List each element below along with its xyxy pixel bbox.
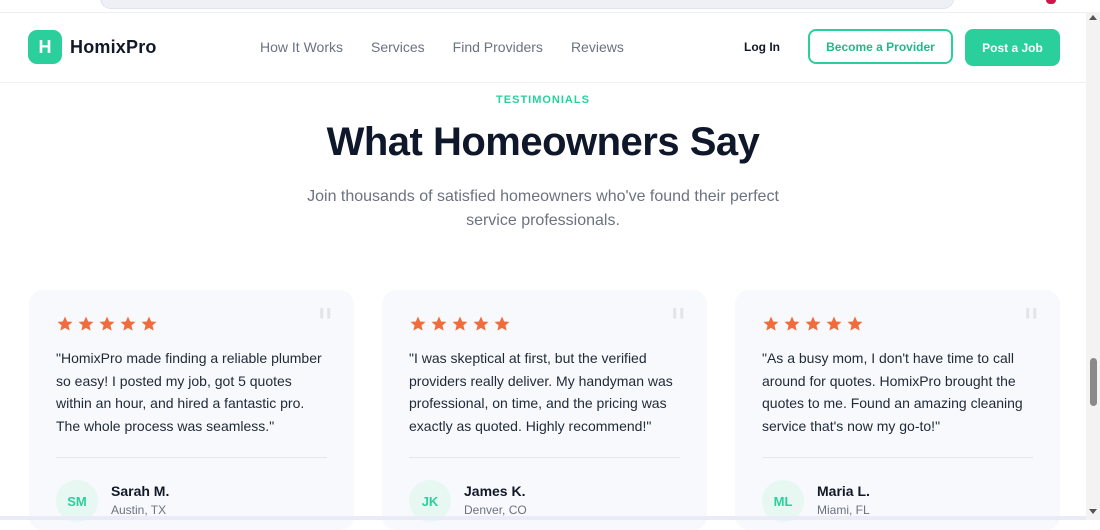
star-icon bbox=[784, 316, 800, 331]
scroll-down-arrow-icon[interactable] bbox=[1089, 509, 1097, 514]
post-job-button[interactable]: Post a Job bbox=[965, 29, 1060, 66]
section-title: What Homeowners Say bbox=[326, 120, 760, 164]
address-bar[interactable] bbox=[100, 0, 954, 9]
bottom-edge bbox=[0, 516, 1086, 520]
card-divider bbox=[762, 457, 1033, 458]
nav-links: How It Works Services Find Providers Rev… bbox=[260, 39, 652, 55]
quote-icon: " bbox=[316, 301, 334, 345]
logo-text: HomixPro bbox=[70, 36, 157, 57]
author-location: Austin, TX bbox=[111, 503, 167, 517]
star-icon bbox=[99, 316, 115, 331]
scrollbar[interactable] bbox=[1086, 12, 1100, 520]
star-icon bbox=[473, 316, 489, 331]
browser-strip bbox=[0, 0, 1086, 13]
star-icon bbox=[120, 316, 136, 331]
star-icon bbox=[805, 316, 821, 331]
author-location: Miami, FL bbox=[817, 503, 870, 517]
star-rating bbox=[409, 315, 514, 333]
browser-indicator bbox=[1046, 0, 1056, 4]
star-rating bbox=[56, 315, 161, 333]
nav-link-reviews[interactable]: Reviews bbox=[571, 39, 624, 55]
testimonial-card: " "HomixPro made finding a reliable plum… bbox=[29, 290, 354, 530]
card-divider bbox=[409, 457, 680, 458]
nav-link-how-it-works[interactable]: How It Works bbox=[260, 39, 343, 55]
nav-link-find-providers[interactable]: Find Providers bbox=[453, 39, 543, 55]
author-name: James K. bbox=[464, 483, 526, 499]
card-divider bbox=[56, 457, 327, 458]
author-name: Sarah M. bbox=[111, 483, 170, 499]
login-link[interactable]: Log In bbox=[744, 40, 780, 54]
author-location: Denver, CO bbox=[464, 503, 527, 517]
testimonial-card: " "I was skeptical at first, but the ver… bbox=[382, 290, 707, 530]
top-nav: H HomixPro How It Works Services Find Pr… bbox=[0, 13, 1086, 83]
star-icon bbox=[826, 316, 842, 331]
star-icon bbox=[452, 316, 468, 331]
star-icon bbox=[410, 316, 426, 331]
star-rating bbox=[762, 315, 867, 333]
testimonial-text: "I was skeptical at first, but the verif… bbox=[409, 350, 673, 434]
nav-link-services[interactable]: Services bbox=[371, 39, 425, 55]
star-icon bbox=[847, 316, 863, 331]
testimonial-text: "HomixPro made finding a reliable plumbe… bbox=[56, 350, 322, 434]
author-name: Maria L. bbox=[817, 483, 870, 499]
star-icon bbox=[494, 316, 510, 331]
testimonial-card: " "As a busy mom, I don't have time to c… bbox=[735, 290, 1060, 530]
quote-icon: " bbox=[1022, 301, 1040, 345]
star-icon bbox=[141, 316, 157, 331]
become-provider-button[interactable]: Become a Provider bbox=[808, 29, 953, 64]
quote-icon: " bbox=[669, 301, 687, 345]
logo[interactable]: H HomixPro bbox=[28, 30, 157, 64]
star-icon bbox=[763, 316, 779, 331]
star-icon bbox=[431, 316, 447, 331]
scroll-up-arrow-icon[interactable] bbox=[1089, 15, 1097, 20]
star-icon bbox=[78, 316, 94, 331]
scrollbar-thumb[interactable] bbox=[1090, 358, 1097, 406]
logo-icon: H bbox=[28, 30, 62, 64]
section-eyebrow: TESTIMONIALS bbox=[496, 94, 590, 106]
testimonial-text: "As a busy mom, I don't have time to cal… bbox=[762, 350, 1023, 434]
section-subtitle: Join thousands of satisfied homeowners w… bbox=[307, 188, 779, 229]
star-icon bbox=[57, 316, 73, 331]
